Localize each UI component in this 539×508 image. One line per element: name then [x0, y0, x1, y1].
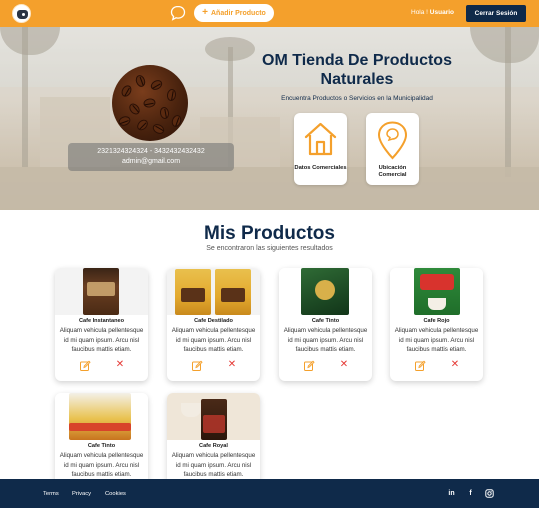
- coffee-bean: [135, 117, 150, 133]
- product-image: [390, 268, 483, 315]
- coffee-bean: [151, 122, 166, 136]
- product-bag: [69, 393, 131, 440]
- footer-link-privacy[interactable]: Privacy: [72, 491, 91, 497]
- product-description: Aliquam vehicula pellentesque id mi quam…: [171, 327, 256, 353]
- delete-icon[interactable]: ✕: [114, 359, 126, 371]
- phone-numbers: 2321324324324 - 3432432432432: [97, 148, 205, 155]
- product-cup: [181, 403, 201, 417]
- delete-icon[interactable]: ✕: [338, 359, 350, 371]
- product-bag-window: [221, 288, 245, 302]
- edit-icon[interactable]: [79, 360, 91, 372]
- product-label: [87, 282, 115, 296]
- product-bag-window: [181, 288, 205, 302]
- product-name: Cafe Tinto: [87, 443, 116, 449]
- coffee-bean: [127, 101, 142, 117]
- coffee-bean: [166, 88, 177, 102]
- edit-icon[interactable]: [191, 360, 203, 372]
- product-card[interactable]: Cafe Tinto Aliquam vehicula pellentesque…: [279, 268, 372, 381]
- logo[interactable]: [12, 4, 31, 23]
- product-image: [55, 268, 148, 315]
- coffee-bean: [159, 106, 170, 120]
- coffee-bean: [134, 73, 147, 89]
- footer-link-terms[interactable]: Terms: [43, 491, 59, 497]
- products-subtitle: Se encontraron las siguientes resultados: [206, 245, 333, 252]
- coffee-bean: [117, 114, 132, 128]
- product-name: Cafe Destilado: [194, 318, 233, 324]
- shop-subtitle: Encuentra Productos o Servicios en la Mu…: [281, 95, 433, 102]
- product-name: Cafe Instantaneo: [78, 318, 125, 324]
- add-product-button[interactable]: + Añadir Producto: [194, 4, 274, 22]
- business-location-label: Ubicación Comercial: [378, 165, 407, 178]
- product-description: Aliquam vehicula pellentesque id mi quam…: [59, 327, 144, 353]
- business-data-card[interactable]: Datos Comerciales: [294, 113, 347, 185]
- add-product-label: Añadir Producto: [211, 9, 266, 17]
- business-data-label: Datos Comerciales: [294, 165, 347, 171]
- product-card[interactable]: Cafe Destilado Aliquam vehicula pellente…: [167, 268, 260, 381]
- product-name: Cafe Tinto: [311, 318, 340, 324]
- product-description: Aliquam vehicula pellentesque id mi quam…: [394, 327, 479, 353]
- instagram-icon[interactable]: [485, 489, 494, 498]
- top-navbar: + Añadir Producto Hola ! Usuario Cerrar …: [0, 0, 539, 27]
- delete-icon[interactable]: ✕: [449, 359, 461, 371]
- footer-link-cookies[interactable]: Cookies: [105, 491, 126, 497]
- product-image: [167, 393, 260, 440]
- user-greeting: Hola ! Usuario: [411, 9, 454, 16]
- product-card[interactable]: Cafe Rojo Aliquam vehicula pellentesque …: [390, 268, 483, 381]
- hero-banner: 2321324324324 - 3432432432432 admin@gmai…: [0, 27, 539, 210]
- shop-avatar: [112, 65, 188, 141]
- product-logo: [315, 280, 335, 300]
- product-cup: [428, 298, 446, 310]
- edit-icon[interactable]: [414, 360, 426, 372]
- contact-email: admin@gmail.com: [121, 158, 181, 165]
- username: Usuario: [429, 9, 454, 16]
- product-band: [69, 423, 131, 431]
- plus-icon: +: [202, 7, 208, 18]
- logo-mark: [17, 10, 28, 19]
- delete-icon[interactable]: ✕: [226, 359, 238, 371]
- linkedin-icon[interactable]: in: [447, 489, 456, 498]
- house-icon: [304, 122, 337, 156]
- product-description: Aliquam vehicula pellentesque id mi quam…: [59, 452, 144, 478]
- products-title: Mis Productos: [204, 223, 335, 244]
- chat-bubble-icon[interactable]: [170, 5, 186, 21]
- product-image: [167, 268, 260, 315]
- business-location-card[interactable]: Ubicación Comercial: [366, 113, 419, 185]
- contact-info: 2321324324324 - 3432432432432 admin@gmai…: [68, 143, 234, 171]
- footer: Terms Privacy Cookies in f: [0, 479, 539, 508]
- product-label: [420, 274, 454, 290]
- product-image: [279, 268, 372, 315]
- greeting-text: Hola !: [411, 9, 428, 16]
- product-description: Aliquam vehicula pellentesque id mi quam…: [171, 452, 256, 478]
- coffee-bean: [142, 97, 157, 109]
- logo-eye: [22, 13, 25, 16]
- product-image: [55, 393, 148, 440]
- edit-icon[interactable]: [303, 360, 315, 372]
- product-name: Cafe Rojo: [423, 318, 450, 324]
- coffee-bean: [149, 78, 164, 92]
- product-description: Aliquam vehicula pellentesque id mi quam…: [283, 327, 368, 353]
- facebook-icon[interactable]: f: [466, 489, 475, 498]
- product-sleeve: [203, 415, 225, 433]
- product-card[interactable]: Cafe Instantaneo Aliquam vehicula pellen…: [55, 268, 148, 381]
- product-name: Cafe Royal: [199, 443, 228, 449]
- coffee-bean: [119, 83, 134, 99]
- shop-title: OM Tienda De Productos Naturales: [262, 52, 452, 88]
- logout-button[interactable]: Cerrar Sesión: [466, 5, 526, 22]
- location-pin-icon: [377, 121, 408, 160]
